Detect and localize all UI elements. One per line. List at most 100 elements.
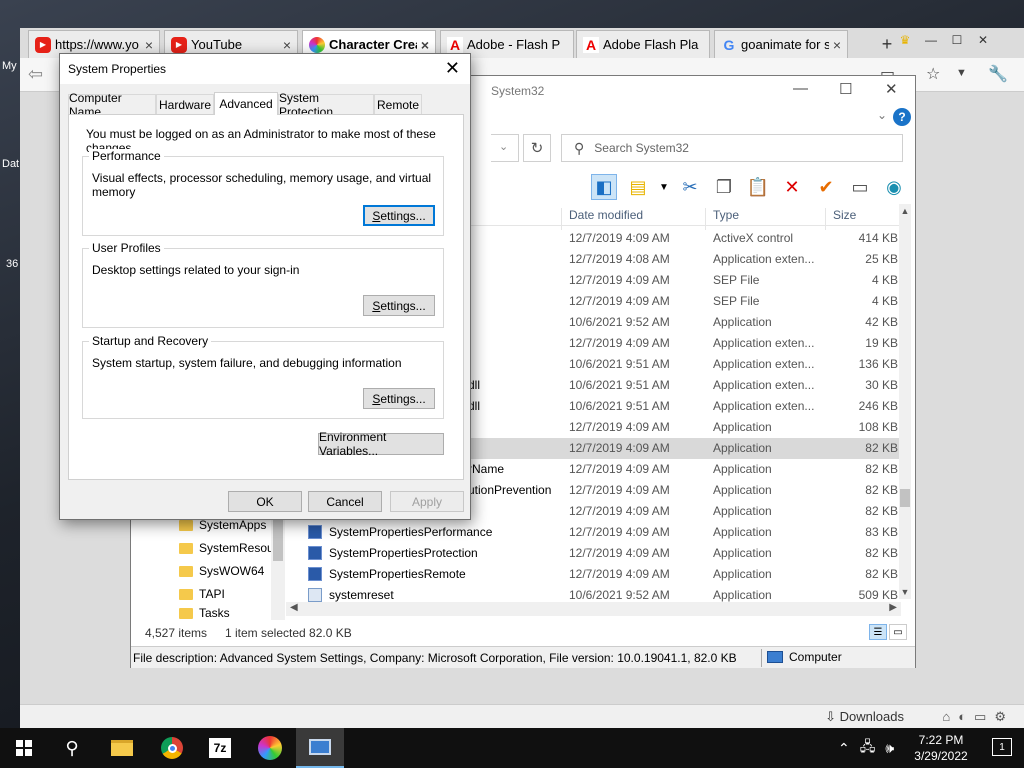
environment-variables-button[interactable]: Environment Variables... — [318, 430, 444, 458]
close-icon[interactable]: × — [283, 37, 291, 53]
tab-remote[interactable]: Remote — [374, 94, 422, 114]
startup-settings-button[interactable]: Settings... — [363, 388, 435, 409]
tab-advanced[interactable]: Advanced — [214, 92, 278, 115]
wrench-icon[interactable]: 🔧 — [988, 64, 1008, 84]
file-description: File description: Advanced System Settin… — [133, 651, 737, 665]
volume-icon[interactable]: 🕪 — [885, 740, 894, 757]
scroll-thumb[interactable] — [273, 516, 283, 561]
maximize-icon[interactable]: ☐ — [944, 28, 970, 52]
item-count: 4,527 items — [145, 626, 208, 640]
color-wheel-icon — [258, 736, 282, 760]
computer-location: Computer — [767, 650, 842, 664]
google-icon: G — [723, 36, 735, 53]
nav-item-systemresources[interactable]: SystemResou — [179, 537, 274, 559]
close-icon[interactable]: × — [833, 37, 841, 53]
nav-scrollbar[interactable] — [271, 514, 285, 620]
help-icon[interactable]: ? — [893, 108, 911, 126]
tab-adobe-flash-2[interactable]: A Adobe Flash Pla — [576, 30, 710, 58]
preview-pane-icon[interactable]: ◧ — [591, 174, 617, 200]
chevron-down-icon[interactable]: ▼ — [956, 67, 967, 79]
taskbar-chrome[interactable] — [148, 728, 196, 768]
maximize-icon[interactable]: ☐ — [839, 80, 852, 98]
scroll-up-icon[interactable]: ▲ — [899, 206, 911, 216]
chevron-up-icon[interactable]: ⌃ — [838, 740, 850, 757]
chevron-down-icon[interactable]: ⌄ — [499, 140, 508, 153]
close-icon[interactable]: × — [145, 37, 153, 53]
minimize-icon[interactable]: — — [793, 80, 808, 97]
details-view-icon[interactable]: ☰ — [869, 624, 887, 640]
column-date-modified[interactable]: Date modified — [569, 208, 643, 222]
refresh-button[interactable]: ↻ — [523, 134, 551, 162]
folder-icon — [111, 740, 133, 756]
clock[interactable]: 7:22 PM 3/29/2022 — [906, 732, 976, 764]
chrome-icon — [161, 737, 183, 759]
table-row[interactable]: SystemPropertiesPerformance 12/7/2019 4:0… — [286, 522, 901, 543]
delete-icon[interactable]: ✕ — [779, 174, 805, 200]
folder-icon — [179, 607, 193, 619]
vertical-scrollbar[interactable]: ▲ ▼ — [899, 204, 911, 599]
table-row[interactable]: SystemPropertiesProtection 12/7/2019 4:09… — [286, 543, 901, 564]
scroll-right-icon[interactable]: ▶ — [889, 602, 897, 613]
close-icon[interactable]: ✕ — [885, 80, 898, 98]
check-icon[interactable]: ✔ — [813, 174, 839, 200]
scroll-left-icon[interactable]: ◀ — [290, 602, 298, 613]
close-icon[interactable]: ✕ — [445, 58, 460, 79]
search-button[interactable]: ⚲ — [48, 728, 96, 768]
paste-icon[interactable]: 📋 — [745, 174, 771, 200]
table-row[interactable]: SystemPropertiesRemote 12/7/2019 4:09 AM A… — [286, 564, 901, 585]
rename-icon[interactable]: ▭ — [847, 174, 873, 200]
tab-computer-name[interactable]: Computer Name — [68, 91, 156, 119]
horizontal-scrollbar[interactable]: ◀ ▶ — [286, 602, 901, 616]
scroll-thumb[interactable] — [900, 489, 910, 507]
star-icon[interactable]: ☆ — [926, 64, 940, 84]
cut-icon[interactable]: ✂ — [677, 174, 703, 200]
computer-icon — [767, 651, 783, 663]
notification-icon[interactable]: 1 — [992, 738, 1012, 756]
tab-hardware[interactable]: Hardware — [156, 94, 214, 114]
monitor-icon — [309, 739, 331, 755]
profiles-settings-button[interactable]: Settings... — [363, 295, 435, 316]
globe-icon[interactable]: ◉ — [881, 174, 907, 200]
tab-system-protection[interactable]: System Protection — [278, 91, 374, 119]
colorful-icon — [309, 36, 325, 53]
start-button[interactable] — [0, 728, 48, 768]
taskbar-file-explorer[interactable] — [98, 728, 146, 768]
refresh-icon: ↻ — [530, 140, 544, 157]
scroll-down-icon[interactable]: ▼ — [899, 587, 911, 597]
cancel-button[interactable]: Cancel — [308, 491, 382, 512]
taskbar-system-properties[interactable] — [296, 728, 344, 768]
close-icon[interactable]: × — [421, 37, 429, 53]
user-profiles-desc: Desktop settings related to your sign-in — [92, 263, 300, 277]
taskbar-7zip[interactable]: 7z — [196, 728, 244, 768]
search-input[interactable]: ⚲ Search System32 — [561, 134, 903, 162]
column-size[interactable]: Size — [833, 208, 856, 222]
view-buttons: ☰ ▭ — [869, 624, 907, 640]
status-icons: ⌂◐▭⚙ — [942, 709, 1014, 724]
startup-recovery-title: Startup and Recovery — [89, 334, 212, 348]
column-type[interactable]: Type — [713, 208, 739, 222]
nav-item-syswow64[interactable]: SysWOW64 — [179, 560, 264, 582]
chevron-down-icon[interactable]: ▼ — [659, 174, 669, 200]
large-icons-view-icon[interactable]: ▭ — [889, 624, 907, 640]
7zip-icon: 7z — [209, 738, 231, 758]
explorer-status-bar: 4,527 items 1 item selected 82.0 KB — [131, 622, 915, 644]
taskbar-color-app[interactable] — [246, 728, 294, 768]
back-icon[interactable]: ⇦ — [28, 64, 50, 86]
apply-button[interactable]: Apply — [390, 491, 464, 512]
close-icon[interactable]: ✕ — [970, 28, 996, 52]
chevron-down-icon[interactable]: ⌄ — [877, 108, 887, 122]
clock-time: 7:22 PM — [918, 733, 964, 747]
shield-icon[interactable]: ♛ — [892, 28, 918, 52]
downloads-button[interactable]: ⇩ Downloads — [825, 709, 904, 725]
network-icon[interactable]: 🖧 — [860, 736, 876, 760]
minimize-icon[interactable]: — — [918, 28, 944, 52]
tab-goanimate[interactable]: G goanimate for s × — [714, 30, 848, 58]
new-folder-icon[interactable]: ▤ — [625, 174, 651, 200]
user-profiles-title: User Profiles — [89, 241, 164, 255]
copy-icon[interactable]: ❐ — [711, 174, 737, 200]
performance-settings-button[interactable]: Settings... — [363, 205, 435, 226]
ok-button[interactable]: OK — [228, 491, 302, 512]
nav-item-tapi[interactable]: TAPI — [179, 583, 225, 605]
nav-item-tasks[interactable]: Tasks — [179, 606, 230, 620]
search-icon: ⚲ — [574, 139, 585, 156]
